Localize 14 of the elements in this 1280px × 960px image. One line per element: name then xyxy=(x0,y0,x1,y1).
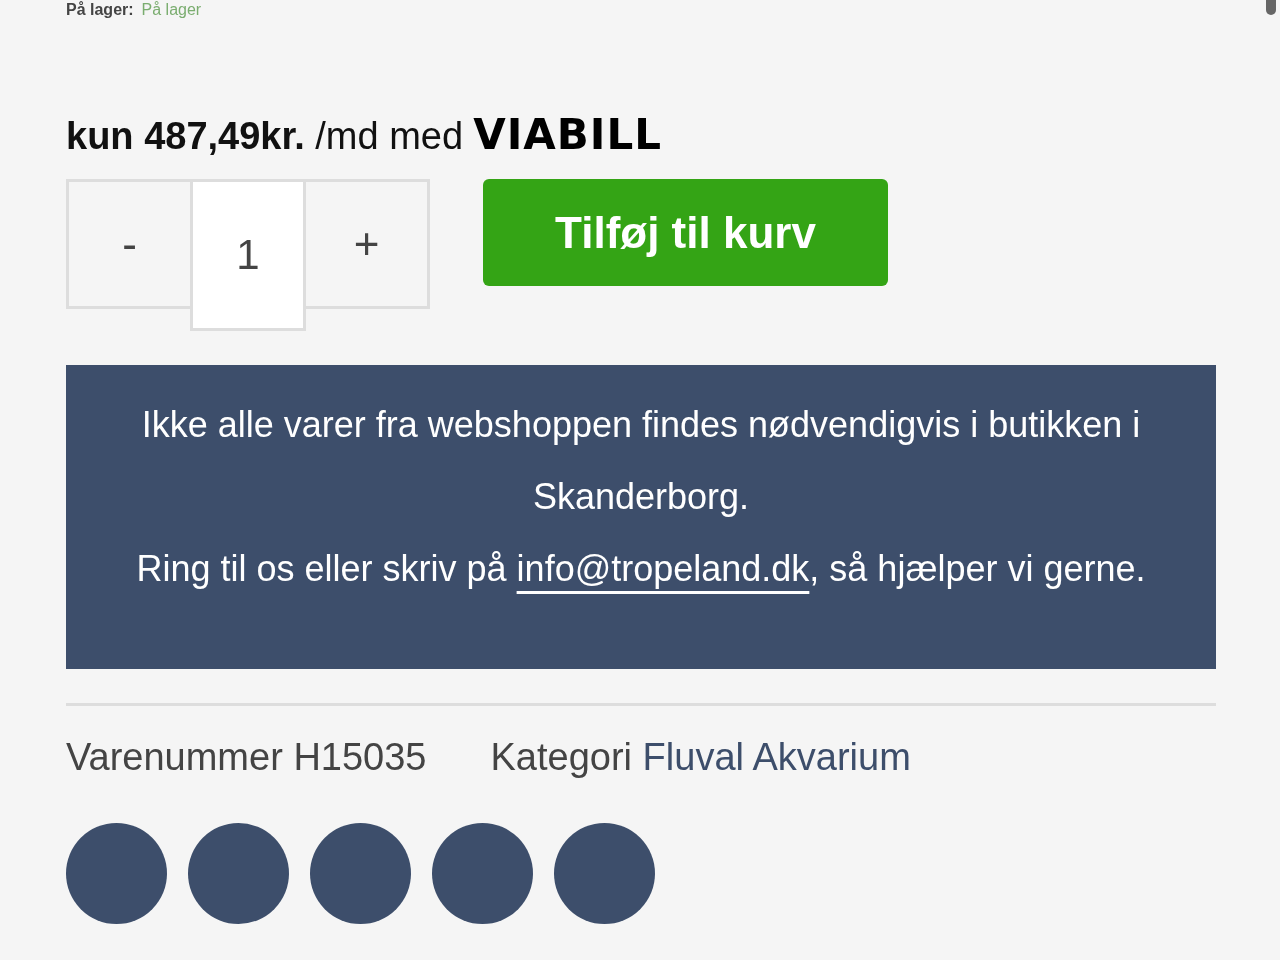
stock-label: På lager: xyxy=(66,0,134,20)
decrease-button[interactable]: - xyxy=(66,179,190,309)
installment-price: kun 487,49kr. /md med xyxy=(66,115,464,158)
quantity-field[interactable]: 1 xyxy=(190,179,306,331)
stock-status: På lager xyxy=(141,0,202,20)
notice-text: Ikke alle varer fra webshoppen findes nødvendigvis i butikken i Skanderborg. xyxy=(140,403,1142,519)
sku-text: Varenummer H15035 xyxy=(66,736,427,779)
category-text: Kategori Fluval Akvarium xyxy=(490,736,911,779)
notice-contact-text: Ring til os eller skriv på info@tropeland.dk, så hjælper vi gerne. xyxy=(135,547,1147,591)
email-link[interactable]: info@tropeland.dk xyxy=(516,548,810,589)
provider-logo: VIABILL xyxy=(473,110,662,159)
category-link[interactable]: Fluval Akvarium xyxy=(642,736,911,778)
increase-button[interactable]: + xyxy=(306,179,430,309)
scrollbar[interactable] xyxy=(1266,0,1276,15)
